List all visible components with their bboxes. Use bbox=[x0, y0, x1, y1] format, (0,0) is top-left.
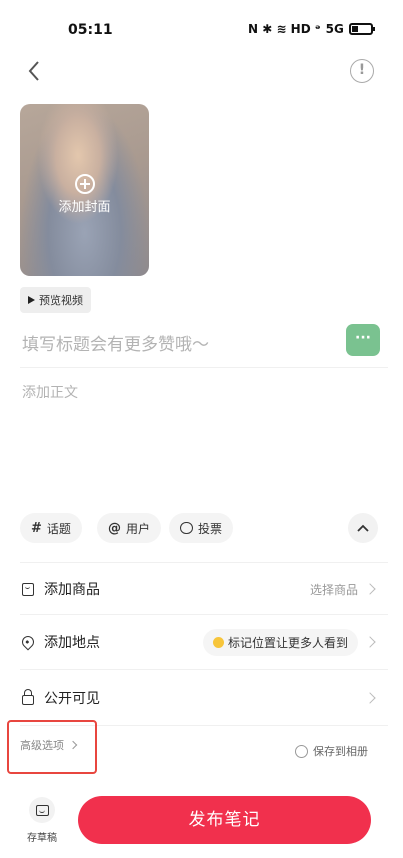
vote-icon bbox=[180, 522, 193, 534]
title-input[interactable]: 填写标题会有更多赞哦～ bbox=[22, 330, 209, 355]
add-cover-icon bbox=[75, 174, 95, 194]
divider bbox=[20, 367, 388, 368]
location-hint: 标记位置让更多人看到 bbox=[202, 628, 358, 656]
divider bbox=[20, 614, 388, 615]
shopping-bag-icon bbox=[22, 582, 34, 596]
hashtag-icon: # bbox=[31, 520, 42, 536]
chevron-right-icon bbox=[364, 636, 376, 648]
topic-label: 话题 bbox=[46, 521, 71, 536]
user-label: 用户 bbox=[126, 521, 151, 536]
add-product-label: 添加商品 bbox=[44, 582, 100, 598]
preview-video-button[interactable]: 预览视频 bbox=[20, 287, 91, 313]
status-indicators-text: N ✱ ≋ HD ᵊ bbox=[248, 22, 321, 36]
visibility-row[interactable]: 公开可见 bbox=[20, 673, 380, 723]
select-product-label: 选择商品 bbox=[309, 582, 358, 597]
signal-icon: 5G bbox=[325, 22, 344, 36]
chevron-left-icon bbox=[28, 61, 39, 81]
at-icon: @ bbox=[108, 520, 121, 536]
lightbulb-icon bbox=[212, 636, 224, 648]
lock-icon bbox=[22, 689, 34, 705]
chevron-up-icon bbox=[357, 524, 369, 532]
back-button[interactable] bbox=[20, 56, 50, 86]
topic-chip[interactable]: # 话题 bbox=[20, 513, 82, 543]
draft-box-icon bbox=[35, 804, 49, 816]
location-pin-icon bbox=[19, 633, 37, 651]
status-bar: 05:11 N ✱ ≋ HD ᵊ 5G bbox=[0, 0, 403, 58]
play-icon bbox=[28, 296, 35, 304]
chevron-right-icon bbox=[364, 692, 376, 704]
status-time: 05:11 bbox=[68, 22, 113, 38]
chevron-right-icon bbox=[364, 583, 376, 595]
save-draft-button[interactable]: 存草稿 bbox=[22, 797, 62, 844]
save-draft-label: 存草稿 bbox=[27, 833, 57, 844]
add-location-label: 添加地点 bbox=[44, 635, 100, 651]
save-to-album-label: 保存到相册 bbox=[313, 745, 368, 758]
preview-video-label: 预览视频 bbox=[39, 294, 83, 307]
save-to-album-toggle[interactable]: 保存到相册 bbox=[295, 743, 368, 759]
radio-icon bbox=[295, 744, 308, 758]
add-cover-label: 添加封面 bbox=[58, 200, 111, 215]
publish-button[interactable]: 发布笔记 bbox=[78, 796, 371, 844]
body-input[interactable]: 添加正文 bbox=[22, 382, 78, 402]
divider bbox=[20, 562, 388, 563]
divider bbox=[20, 669, 388, 670]
vote-chip[interactable]: 投票 bbox=[169, 513, 234, 543]
emoji-button[interactable]: ··· bbox=[346, 324, 380, 356]
highlight-box bbox=[7, 720, 97, 774]
visibility-label: 公开可见 bbox=[44, 691, 100, 707]
vote-label: 投票 bbox=[198, 521, 223, 536]
collapse-button[interactable] bbox=[348, 513, 378, 543]
status-icons: N ✱ ≋ HD ᵊ 5G bbox=[248, 22, 375, 36]
user-chip[interactable]: @ 用户 bbox=[97, 513, 162, 543]
battery-icon bbox=[348, 23, 375, 35]
location-hint-label: 标记位置让更多人看到 bbox=[227, 635, 348, 650]
add-location-row[interactable]: 添加地点 标记位置让更多人看到 bbox=[19, 617, 380, 667]
info-button[interactable]: ! bbox=[350, 59, 374, 83]
cover-image[interactable]: 添加封面 bbox=[20, 104, 149, 276]
add-product-row[interactable]: 添加商品 选择商品 bbox=[20, 564, 380, 614]
